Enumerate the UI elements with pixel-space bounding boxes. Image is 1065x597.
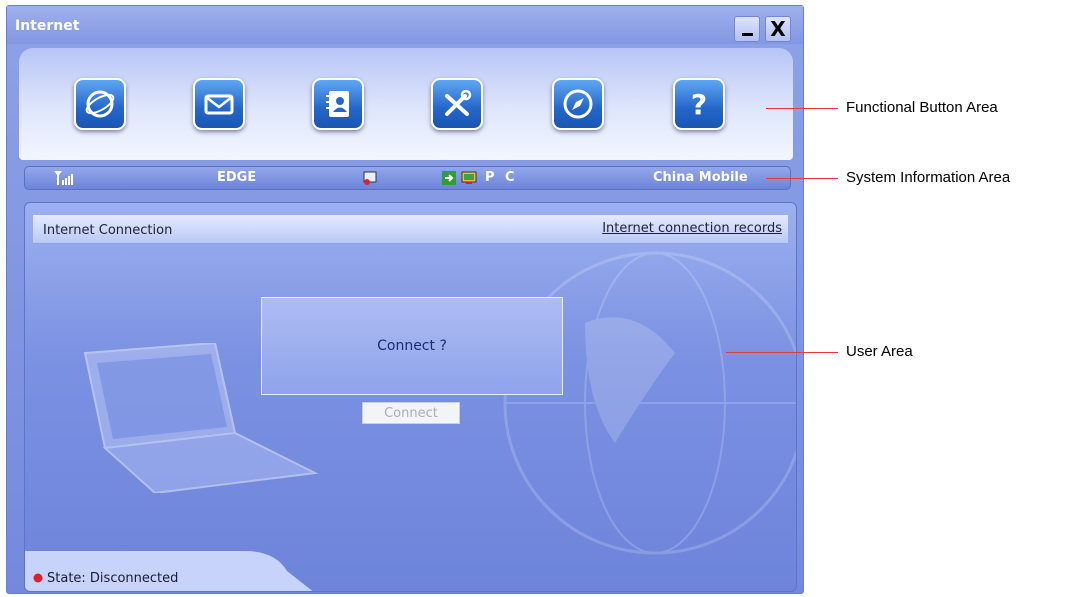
internet-window: Internet X ? EDGE P C China Mobile Inter… bbox=[6, 5, 804, 594]
connect-prompt-box: Connect ? bbox=[261, 297, 563, 395]
connection-icon bbox=[442, 171, 456, 185]
network-type: EDGE bbox=[217, 170, 257, 185]
system-info-bar: EDGE P C China Mobile bbox=[24, 166, 791, 190]
minimize-icon bbox=[741, 32, 753, 36]
annotation-line-functional bbox=[766, 108, 838, 109]
message-status-icon bbox=[363, 171, 377, 185]
svg-text:?: ? bbox=[691, 88, 707, 121]
close-button[interactable]: X bbox=[765, 16, 791, 42]
connection-state: State: Disconnected bbox=[47, 571, 179, 586]
connect-prompt: Connect ? bbox=[377, 338, 447, 354]
settings-button[interactable] bbox=[431, 78, 483, 130]
user-area: Internet Connection Internet connection … bbox=[24, 202, 797, 592]
state-indicator-icon bbox=[33, 573, 43, 583]
annotation-user-area: User Area bbox=[846, 343, 913, 360]
close-icon: X bbox=[770, 17, 786, 41]
minimize-button[interactable] bbox=[734, 16, 760, 42]
help-icon: ? bbox=[691, 88, 707, 121]
sms-icon bbox=[204, 94, 234, 115]
contacts-button[interactable] bbox=[312, 78, 364, 130]
settings-icon bbox=[445, 89, 472, 116]
globe-background-icon bbox=[503, 251, 796, 555]
connect-button[interactable]: Connect bbox=[362, 402, 460, 424]
annotation-line-user bbox=[726, 352, 838, 353]
connection-records-link[interactable]: Internet connection records bbox=[602, 221, 782, 236]
annotation-functional-area: Functional Button Area bbox=[846, 99, 998, 116]
services-button[interactable] bbox=[552, 78, 604, 130]
functional-button-area: ? bbox=[19, 48, 793, 160]
annotation-line-system bbox=[766, 178, 838, 179]
window-title: Internet bbox=[15, 18, 80, 34]
contacts-icon bbox=[326, 91, 349, 117]
pc-icon bbox=[461, 171, 477, 184]
user-area-title: Internet Connection bbox=[43, 223, 173, 238]
internet-icon bbox=[85, 90, 115, 118]
operator-name: China Mobile bbox=[653, 170, 748, 185]
title-bar: Internet X bbox=[7, 6, 803, 44]
help-button[interactable]: ? bbox=[673, 78, 725, 130]
signal-strength-icon bbox=[54, 171, 73, 185]
connection-target: P C bbox=[485, 170, 518, 185]
sms-button[interactable] bbox=[193, 78, 245, 130]
compass-icon bbox=[563, 89, 593, 119]
internet-button[interactable] bbox=[74, 78, 126, 130]
user-area-header: Internet Connection Internet connection … bbox=[33, 215, 788, 244]
annotation-system-area: System Information Area bbox=[846, 169, 1011, 186]
